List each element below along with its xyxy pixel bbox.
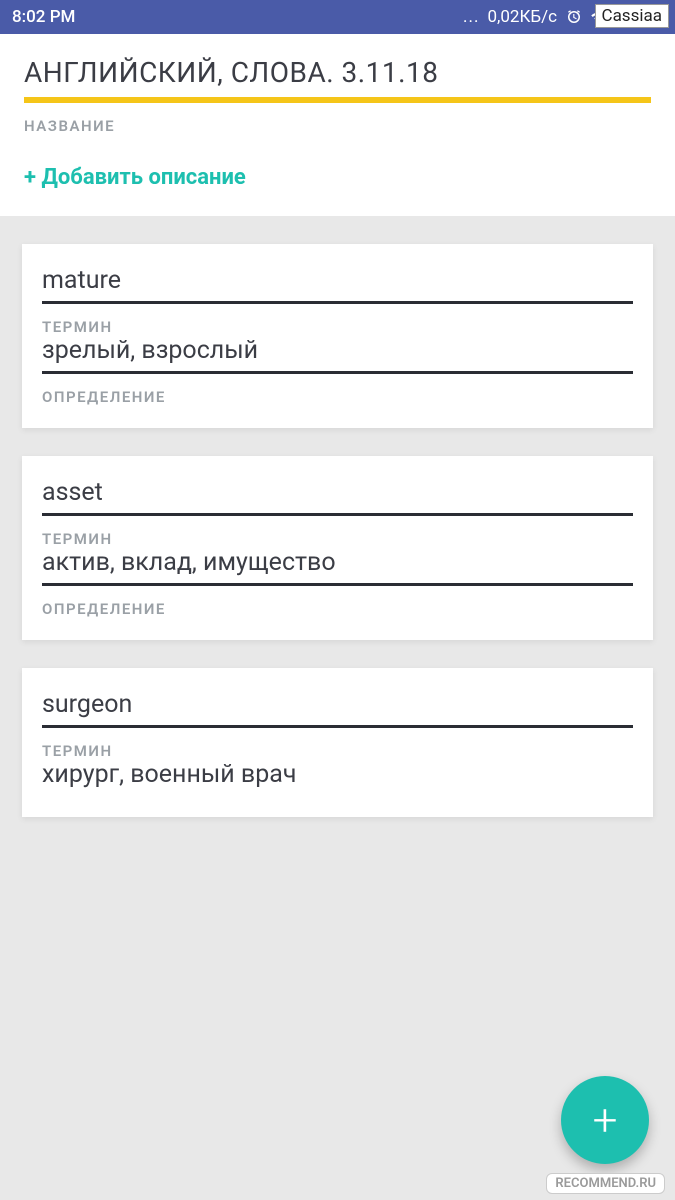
set-title-input[interactable]: АНГЛИЙСКИЙ, СЛОВА. 3.11.18 — [24, 56, 651, 89]
definition-label: ОПРЕДЕЛЕНИЕ — [42, 600, 633, 618]
flashcard: asset ТЕРМИН актив, вклад, имущество ОПР… — [22, 456, 653, 640]
flashcard: surgeon ТЕРМИН хирург, военный врач — [22, 668, 653, 817]
watermark-top: Cassiaa — [595, 4, 670, 28]
add-card-fab[interactable]: + — [561, 1076, 649, 1164]
title-label: НАЗВАНИЕ — [24, 117, 651, 135]
term-label: ТЕРМИН — [42, 530, 633, 548]
set-header: АНГЛИЙСКИЙ, СЛОВА. 3.11.18 НАЗВАНИЕ + До… — [0, 34, 675, 216]
alarm-icon — [565, 8, 583, 26]
title-underline — [24, 97, 651, 103]
definition-input[interactable]: хирург, военный врач — [42, 760, 633, 795]
term-input[interactable]: mature — [42, 266, 633, 304]
status-time: 8:02 PM — [12, 7, 75, 27]
plus-icon: + — [593, 1094, 618, 1146]
status-speed: 0,02КБ/с — [487, 7, 557, 27]
term-label: ТЕРМИН — [42, 318, 633, 336]
definition-label: ОПРЕДЕЛЕНИЕ — [42, 388, 633, 406]
status-bar: 8:02 PM ... 0,02КБ/с — [0, 0, 675, 34]
add-description-button[interactable]: + Добавить описание — [24, 165, 651, 190]
term-input[interactable]: surgeon — [42, 690, 633, 728]
flashcard: mature ТЕРМИН зрелый, взрослый ОПРЕДЕЛЕН… — [22, 244, 653, 428]
watermark: RECOMMEND.RU — [546, 1173, 665, 1194]
definition-input[interactable]: зрелый, взрослый — [42, 336, 633, 374]
term-label: ТЕРМИН — [42, 742, 633, 760]
term-input[interactable]: asset — [42, 478, 633, 516]
status-dots-icon: ... — [463, 7, 479, 27]
definition-input[interactable]: актив, вклад, имущество — [42, 548, 633, 586]
